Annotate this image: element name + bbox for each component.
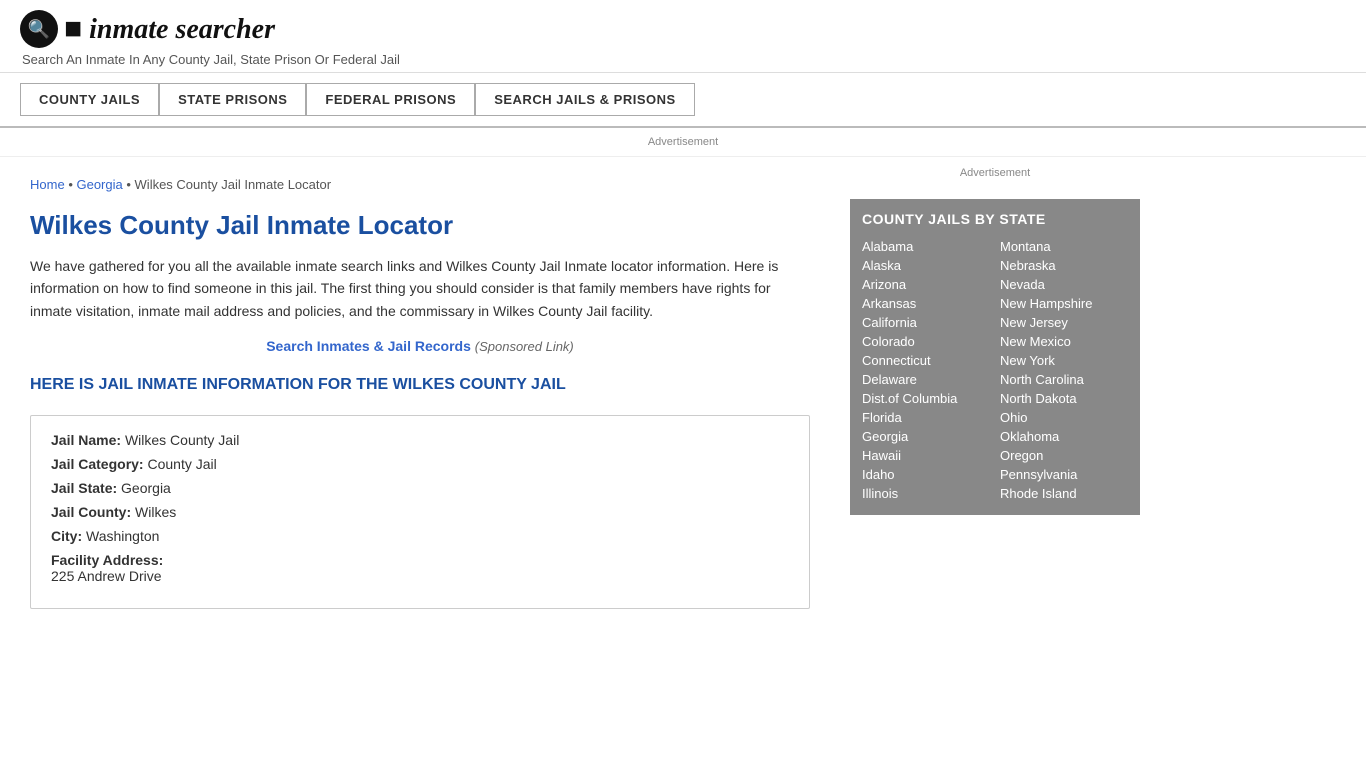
- main-layout: Home • Georgia • Wilkes County Jail Inma…: [0, 157, 1366, 629]
- nav-state-prisons[interactable]: STATE PRISONS: [159, 83, 306, 116]
- main-nav: COUNTY JAILS STATE PRISONS FEDERAL PRISO…: [0, 73, 1366, 128]
- jail-cat-val: County Jail: [147, 456, 216, 472]
- jail-address-label: Facility Address:: [51, 552, 163, 568]
- state-link[interactable]: Florida: [862, 408, 990, 427]
- state-link[interactable]: North Carolina: [1000, 370, 1128, 389]
- description: We have gathered for you all the availab…: [30, 255, 810, 322]
- state-box: COUNTY JAILS BY STATE AlabamaAlaskaArizo…: [850, 199, 1140, 515]
- breadcrumb-home[interactable]: Home: [30, 177, 65, 192]
- nav-federal-prisons[interactable]: FEDERAL PRISONS: [306, 83, 475, 116]
- jail-city-val: Washington: [86, 528, 159, 544]
- logo-area: 🔍 ■ inmate searcher: [20, 10, 1346, 48]
- jail-name-label: Jail Name:: [51, 432, 121, 448]
- sidebar: Advertisement COUNTY JAILS BY STATE Alab…: [840, 157, 1150, 629]
- state-link[interactable]: Alaska: [862, 256, 990, 275]
- state-col2: MontanaNebraskaNevadaNew HampshireNew Je…: [1000, 237, 1128, 503]
- sponsored-link-area: Search Inmates & Jail Records (Sponsored…: [30, 338, 810, 354]
- state-link[interactable]: Oklahoma: [1000, 427, 1128, 446]
- jail-county-row: Jail County: Wilkes: [51, 504, 789, 520]
- jail-city-row: City: Washington: [51, 528, 789, 544]
- state-link[interactable]: California: [862, 313, 990, 332]
- breadcrumb-state[interactable]: Georgia: [76, 177, 122, 192]
- state-link[interactable]: Arkansas: [862, 294, 990, 313]
- state-link[interactable]: Connecticut: [862, 351, 990, 370]
- state-link[interactable]: Delaware: [862, 370, 990, 389]
- logo-text: ■ inmate searcher: [64, 12, 275, 46]
- ad-bar: Advertisement: [0, 128, 1366, 157]
- breadcrumb-current: Wilkes County Jail Inmate Locator: [135, 177, 332, 192]
- sponsored-note-text: (Sponsored Link): [475, 339, 574, 354]
- jail-name-val: Wilkes County Jail: [125, 432, 239, 448]
- state-link[interactable]: Nevada: [1000, 275, 1128, 294]
- jail-address-row: Facility Address: 225 Andrew Drive: [51, 552, 789, 584]
- state-link[interactable]: Dist.of Columbia: [862, 389, 990, 408]
- state-link[interactable]: Oregon: [1000, 446, 1128, 465]
- state-link[interactable]: Colorado: [862, 332, 990, 351]
- state-link[interactable]: Pennsylvania: [1000, 465, 1128, 484]
- header: 🔍 ■ inmate searcher Search An Inmate In …: [0, 0, 1366, 73]
- state-link[interactable]: Montana: [1000, 237, 1128, 256]
- sponsored-link[interactable]: Search Inmates & Jail Records: [266, 338, 471, 354]
- jail-address-value: 225 Andrew Drive: [51, 568, 789, 584]
- state-link[interactable]: Hawaii: [862, 446, 990, 465]
- jail-category-label: Jail Category:: [51, 456, 144, 472]
- jail-state-row: Jail State: Georgia: [51, 480, 789, 496]
- jail-county-val: Wilkes: [135, 504, 176, 520]
- state-link[interactable]: New Jersey: [1000, 313, 1128, 332]
- info-box: Jail Name: Wilkes County Jail Jail Categ…: [30, 415, 810, 609]
- state-box-title: COUNTY JAILS BY STATE: [862, 211, 1128, 227]
- logo-icon: 🔍: [20, 10, 58, 48]
- jail-city-label: City:: [51, 528, 82, 544]
- jail-name-row: Jail Name: Wilkes County Jail: [51, 432, 789, 448]
- nav-search-jails[interactable]: SEARCH JAILS & PRISONS: [475, 83, 694, 116]
- state-link[interactable]: Arizona: [862, 275, 990, 294]
- breadcrumb-sep2: •: [126, 177, 134, 192]
- state-link[interactable]: Ohio: [1000, 408, 1128, 427]
- state-link[interactable]: Rhode Island: [1000, 484, 1128, 503]
- jail-state-label: Jail State:: [51, 480, 117, 496]
- sidebar-ad: Advertisement: [850, 167, 1140, 189]
- tagline: Search An Inmate In Any County Jail, Sta…: [22, 52, 1346, 67]
- state-link[interactable]: Idaho: [862, 465, 990, 484]
- state-link[interactable]: Alabama: [862, 237, 990, 256]
- nav-county-jails[interactable]: COUNTY JAILS: [20, 83, 159, 116]
- jail-state-val: Georgia: [121, 480, 171, 496]
- state-col1: AlabamaAlaskaArizonaArkansasCaliforniaCo…: [862, 237, 990, 503]
- state-link[interactable]: Nebraska: [1000, 256, 1128, 275]
- breadcrumb: Home • Georgia • Wilkes County Jail Inma…: [30, 177, 810, 192]
- sub-heading: HERE IS JAIL INMATE INFORMATION FOR THE …: [30, 374, 810, 396]
- state-link[interactable]: Georgia: [862, 427, 990, 446]
- state-link[interactable]: New Mexico: [1000, 332, 1128, 351]
- state-link[interactable]: New Hampshire: [1000, 294, 1128, 313]
- content-area: Home • Georgia • Wilkes County Jail Inma…: [0, 157, 840, 629]
- jail-county-label: Jail County:: [51, 504, 131, 520]
- state-link[interactable]: Illinois: [862, 484, 990, 503]
- state-list: AlabamaAlaskaArizonaArkansasCaliforniaCo…: [862, 237, 1128, 503]
- jail-category-row: Jail Category: County Jail: [51, 456, 789, 472]
- page-title: Wilkes County Jail Inmate Locator: [30, 210, 810, 241]
- state-link[interactable]: New York: [1000, 351, 1128, 370]
- state-link[interactable]: North Dakota: [1000, 389, 1128, 408]
